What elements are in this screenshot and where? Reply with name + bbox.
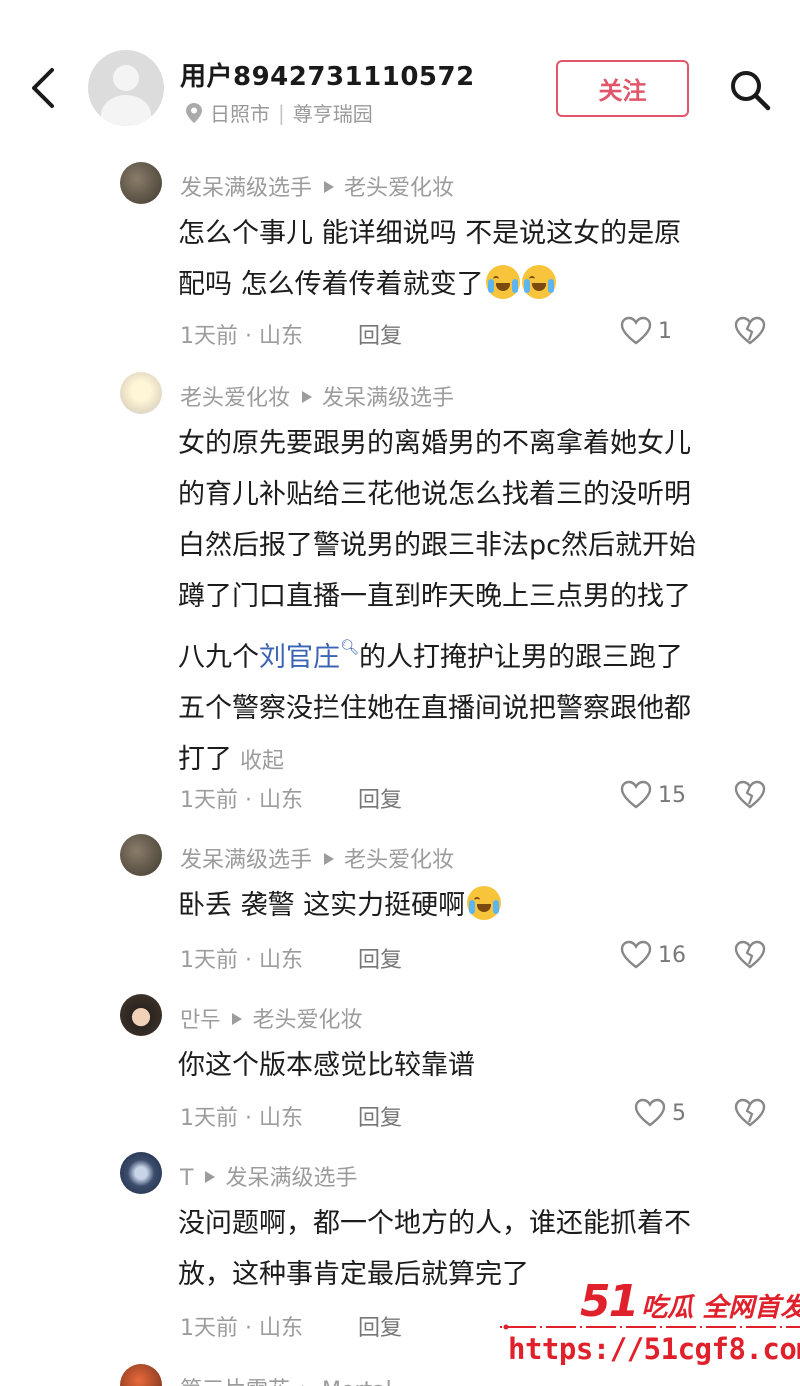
comment-meta-partial: 第三片雪花 Mortal: [180, 1372, 392, 1386]
comment-line: 白然后报了警说男的跟三非法pc然后就开始: [178, 530, 696, 561]
reply-arrow-icon: [324, 181, 335, 193]
comment-author[interactable]: 老头爱化妆: [180, 386, 290, 411]
broken-heart-icon[interactable]: [734, 940, 766, 970]
location-city: 日照市: [210, 102, 270, 126]
comment-reply-to[interactable]: 老头爱化妆: [344, 176, 454, 201]
like-count: 15: [658, 782, 686, 808]
comment-meta: 发呆满级选手 老头爱化妆: [180, 170, 454, 202]
comment-text: 女的原先要跟男的离婚男的不离拿着她女儿 的育儿补贴给三花他说怎么找着三的没听明 …: [178, 418, 778, 787]
follow-button[interactable]: 关注: [556, 60, 689, 117]
comment-meta: 만두 老头爱化妆: [180, 1002, 363, 1034]
comment-footer: 1天前 · 山东 回复 1: [180, 316, 780, 350]
comment-footer: 1天前 · 山东 回复 5: [180, 1098, 780, 1132]
location-pin-icon: [186, 102, 202, 123]
commenter-avatar[interactable]: [120, 372, 162, 414]
reply-button[interactable]: 回复: [358, 1100, 402, 1132]
profile-username: 用户8942731110572: [180, 62, 475, 92]
watermark-underline: [500, 1324, 800, 1330]
comment-author[interactable]: 만두: [180, 1008, 220, 1033]
heart-icon: [620, 940, 652, 969]
comment-meta: 老头爱化妆 发呆满级选手: [180, 380, 454, 412]
like-count: 5: [672, 1100, 686, 1126]
comment-author[interactable]: 第三片雪花: [180, 1378, 290, 1386]
back-chevron-icon[interactable]: [22, 62, 66, 114]
crying-laughing-emoji-icon: [485, 265, 520, 299]
reply-button[interactable]: 回复: [358, 782, 402, 814]
crying-laughing-emoji-icon: [467, 886, 502, 920]
comment-line-with-emoji: 配吗 怎么传着传着就变了: [178, 259, 778, 310]
heart-icon: [634, 1098, 666, 1127]
watermark-url: https://51cgf8.com: [508, 1332, 800, 1366]
comment-meta: T 发呆满级选手: [180, 1160, 357, 1192]
comment-line: 没问题啊，都一个地方的人，谁还能抓着不: [178, 1208, 691, 1239]
comment-line: 怎么个事儿 能详细说吗 不是说这女的是原: [178, 218, 682, 249]
like-button[interactable]: 1: [620, 316, 672, 346]
comment-line: 五个警察没拦住她在直播间说把警察跟他都: [178, 693, 691, 724]
reply-arrow-icon: [232, 1013, 243, 1025]
comment-text: 你这个版本感觉比较靠谱: [178, 1050, 475, 1081]
comment-footer: 1天前 · 山东 回复 15: [180, 780, 780, 814]
like-count: 16: [658, 942, 686, 968]
commenter-avatar[interactable]: [120, 162, 162, 204]
commenter-avatar[interactable]: [120, 994, 162, 1036]
location-separator: |: [278, 100, 285, 125]
comment-text: 卧丢 袭警 这实力挺硬啊: [178, 880, 778, 931]
comment-line: 女的原先要跟男的离婚男的不离拿着她女儿: [178, 428, 691, 459]
commenter-avatar[interactable]: [120, 834, 162, 876]
like-count: 1: [658, 318, 672, 344]
comment-line-with-emoji: 卧丢 袭警 这实力挺硬啊: [178, 880, 778, 931]
reply-button[interactable]: 回复: [358, 942, 402, 974]
reply-button[interactable]: 回复: [358, 318, 402, 350]
like-button[interactable]: 5: [634, 1098, 686, 1128]
comment-time: 1天前 · 山东: [180, 1106, 303, 1131]
watermark-brand: 51 吃瓜 全网首发: [580, 1276, 800, 1327]
comment-line-with-link: 八九个刘官庄🔍︎的人打掩护让男的跟三跑了: [178, 638, 684, 673]
comment-line: 的育儿补贴给三花他说怎么找着三的没听明: [178, 479, 691, 510]
profile-avatar[interactable]: [88, 50, 164, 126]
reply-button[interactable]: 回复: [358, 1310, 402, 1342]
comment-reply-to[interactable]: 发呆满级选手: [322, 386, 454, 411]
comment-author[interactable]: 发呆满级选手: [180, 176, 312, 201]
comment-author[interactable]: T: [180, 1166, 193, 1191]
profile-location: 日照市 | 尊亨瑞园: [186, 98, 373, 127]
commenter-avatar[interactable]: [120, 1152, 162, 1194]
comment-reply-to[interactable]: 老头爱化妆: [252, 1008, 362, 1033]
reply-arrow-icon: [302, 391, 313, 403]
comment-reply-to[interactable]: 老头爱化妆: [344, 848, 454, 873]
comment-time: 1天前 · 山东: [180, 788, 303, 813]
heart-icon: [620, 316, 652, 345]
search-link[interactable]: 刘官庄: [259, 642, 340, 673]
like-button[interactable]: 16: [620, 940, 686, 970]
comment-meta: 发呆满级选手 老头爱化妆: [180, 842, 454, 874]
reply-arrow-icon: [324, 853, 335, 865]
comment-text: 怎么个事儿 能详细说吗 不是说这女的是原 配吗 怎么传着传着就变了: [178, 208, 778, 310]
watermark: 51 吃瓜 全网首发 https://51cgf8.com: [500, 1276, 800, 1386]
search-icon[interactable]: [726, 66, 774, 114]
location-place: 尊亨瑞园: [292, 102, 373, 126]
heart-icon: [620, 780, 652, 809]
comment-line: 蹲了门口直播一直到昨天晚上三点男的找了: [178, 581, 691, 612]
comment-time: 1天前 · 山东: [180, 1316, 303, 1341]
like-button[interactable]: 15: [620, 780, 686, 810]
comment-time: 1天前 · 山东: [180, 324, 303, 349]
profile-header: 用户8942731110572 日照市 | 尊亨瑞园 关注: [0, 0, 800, 145]
broken-heart-icon[interactable]: [734, 1098, 766, 1128]
comment-author[interactable]: 发呆满级选手: [180, 848, 312, 873]
search-mini-icon[interactable]: 🔍︎: [340, 638, 359, 656]
comment-footer: 1天前 · 山东 回复 16: [180, 940, 780, 974]
collapse-button[interactable]: 收起: [240, 749, 284, 774]
broken-heart-icon[interactable]: [734, 316, 766, 346]
reply-arrow-icon: [205, 1171, 216, 1183]
crying-laughing-emoji-icon: [521, 265, 556, 299]
commenter-avatar[interactable]: [120, 1364, 162, 1386]
comment-reply-to[interactable]: 发呆满级选手: [225, 1166, 357, 1191]
comment-time: 1天前 · 山东: [180, 948, 303, 973]
comment-reply-to[interactable]: Mortal: [322, 1378, 392, 1386]
broken-heart-icon[interactable]: [734, 780, 766, 810]
